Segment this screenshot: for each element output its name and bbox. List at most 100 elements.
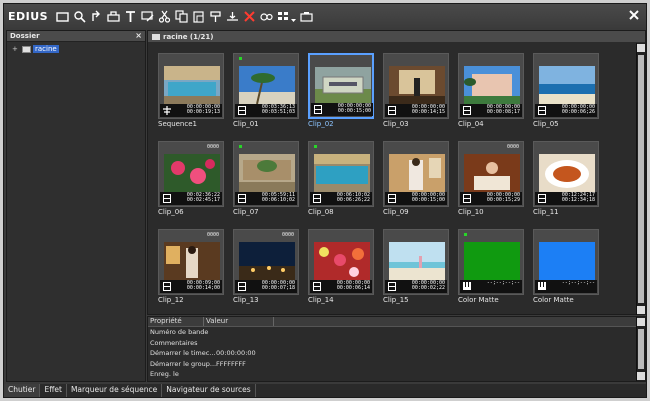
tab-effet[interactable]: Effet xyxy=(40,384,67,397)
close-window-icon[interactable] xyxy=(628,9,640,21)
clip-timecode-bar: 00:12:24;17 00:12:34;18 xyxy=(535,192,597,205)
clip-card: 0000 00:00:09;00 00:00:14;00 xyxy=(158,229,224,295)
clip-item[interactable]: 00:12:24;17 00:12:34;18 Clip_11 xyxy=(533,141,599,216)
property-row[interactable]: Enreg. le xyxy=(148,369,645,380)
clip-item[interactable]: 0000 00:00:00;00 00:00:07;18 Clip_13 xyxy=(233,229,299,304)
open-folder-icon[interactable] xyxy=(107,10,120,23)
clip-card: 00:03:36;13 00:03:51;03 xyxy=(233,53,299,119)
folder-panel-close-icon[interactable]: × xyxy=(135,31,142,40)
scroll-down-icon[interactable] xyxy=(637,372,645,380)
clip-item[interactable]: 0000 00:00:00;00 00:00:15;29 Clip_10 xyxy=(458,141,524,216)
property-row[interactable]: Numéro de bande xyxy=(148,327,645,338)
clip-thumbnail xyxy=(539,154,595,192)
clip-item[interactable]: 00:00:00;00 00:00:06;14 Clip_14 xyxy=(308,229,374,304)
clip-timecode-bar: 00:05:59;11 00:06:10;02 xyxy=(235,192,297,205)
property-row[interactable]: Commentaires xyxy=(148,338,645,349)
clip-timecode-bar: 00:00:00;00 00:00:15;00 xyxy=(311,103,373,116)
edit-icon[interactable] xyxy=(141,10,154,23)
search-icon[interactable] xyxy=(73,10,86,23)
view-icon[interactable] xyxy=(277,10,290,23)
cut-icon[interactable] xyxy=(158,10,171,23)
expand-icon[interactable]: + xyxy=(12,45,19,53)
clip-timecode-out: 00:00:19;13 xyxy=(186,109,220,115)
clip-timecode-bar: --;--;--;-- xyxy=(535,280,597,293)
clip-timecode-bar: 00:00:00;00 00:00:06;26 xyxy=(535,104,597,117)
clip-item[interactable]: 00:00:00;00 00:00:06;26 Clip_05 xyxy=(533,53,599,128)
clip-name: Clip_12 xyxy=(158,296,184,304)
capture-icon[interactable] xyxy=(300,10,313,23)
paste-icon[interactable] xyxy=(192,10,205,23)
property-row[interactable]: Démarrer le group... FFFFFFFF xyxy=(148,359,645,370)
status-dot xyxy=(239,145,242,148)
add-out-icon[interactable] xyxy=(226,10,239,23)
status-dot xyxy=(464,233,467,236)
add-in-icon[interactable] xyxy=(209,10,222,23)
clip-item[interactable]: 00:00:00;00 00:00:14;15 Clip_03 xyxy=(383,53,449,128)
tab-marqueur-de-séquence[interactable]: Marqueur de séquence xyxy=(67,384,163,397)
clip-card: 00:00:00;00 00:00:02;22 xyxy=(383,229,449,295)
dropdown-icon[interactable] xyxy=(291,10,297,23)
up-folder-icon[interactable] xyxy=(90,10,103,23)
clip-name: Clip_02 xyxy=(308,120,334,128)
clip-card: 00:00:00;00 00:00:15;00 xyxy=(383,141,449,207)
folder-tree-root[interactable]: + racine xyxy=(12,45,145,53)
property-column-header[interactable]: Propriété xyxy=(148,317,204,326)
scroll-up-icon[interactable] xyxy=(637,44,645,52)
bin-scrollbar[interactable] xyxy=(636,43,645,315)
clip-timecode-out: 00:06:10;02 xyxy=(261,197,295,203)
clip-timecode-in: --;--;--;-- xyxy=(486,280,520,286)
clip-thumbnail xyxy=(239,154,295,192)
scroll-up-icon[interactable] xyxy=(637,318,645,326)
clip-thumbnail xyxy=(239,66,295,104)
clip-item[interactable]: 00:03:36;13 00:03:51;03 Clip_01 xyxy=(233,53,299,128)
clip-name: Clip_13 xyxy=(233,296,259,304)
clip-item[interactable]: 00:00:00;00 00:00:15;00 Clip_02 xyxy=(308,53,374,128)
new-folder-icon[interactable] xyxy=(56,10,69,23)
properties-icon[interactable] xyxy=(260,10,273,23)
status-dot xyxy=(239,57,242,60)
properties-panel: Propriété Valeur Numéro de bande Commenta… xyxy=(147,316,646,382)
clip-name: Sequence1 xyxy=(158,120,197,128)
clip-item[interactable]: 0000 00:00:09;00 00:00:14;00 Clip_12 xyxy=(158,229,224,304)
property-row[interactable]: Démarrer le timec... 00:00:00:00 xyxy=(148,348,645,359)
app-title: EDIUS xyxy=(8,9,49,23)
clip-card: 00:00:00;00 00:00:08;17 xyxy=(458,53,524,119)
clip-card: 0000 00:00:00;00 00:00:07;18 xyxy=(233,229,299,295)
clip-timecode-bar: --;--;--;-- xyxy=(460,280,522,293)
clip-item[interactable]: 00:05:59;11 00:06:10;02 Clip_07 xyxy=(233,141,299,216)
copy-icon[interactable] xyxy=(175,9,188,23)
clip-name: Clip_03 xyxy=(383,120,409,128)
clip-item[interactable]: 0000 00:02:36;22 00:02:45;17 Clip_06 xyxy=(158,141,224,216)
clip-item[interactable]: --;--;--;-- Color Matte xyxy=(458,229,524,304)
property-key: Démarrer le group... xyxy=(150,359,216,368)
edius-bin-window: EDIUS Dossier × + racine racine (1/21) 0… xyxy=(3,3,647,398)
clip-item[interactable]: --;--;--;-- Color Matte xyxy=(533,229,599,304)
clip-card: 00:00:00;00 00:00:06;26 xyxy=(533,53,599,119)
tab-navigateur-de-sources[interactable]: Navigateur de sources xyxy=(162,384,256,397)
clip-thumbnail xyxy=(539,242,595,280)
folder-icon xyxy=(152,33,160,40)
clip-card: --;--;--;-- xyxy=(458,229,524,295)
clip-card: 00:00:00;00 00:00:19;13 xyxy=(158,53,224,119)
delete-icon[interactable] xyxy=(243,10,256,23)
clip-thumbnail xyxy=(164,66,220,104)
property-value: 00:00:00:00 xyxy=(216,349,256,358)
clip-item[interactable]: 00:06:10;02 00:06:26;22 Clip_08 xyxy=(308,141,374,216)
clip-item[interactable]: 00:00:00;00 00:00:15;00 Clip_09 xyxy=(383,141,449,216)
properties-list: Numéro de bande Commentaires Démarrer le t… xyxy=(148,327,645,380)
clip-thumbnail xyxy=(164,154,220,192)
scroll-down-icon[interactable] xyxy=(637,306,645,314)
properties-scrollbar[interactable] xyxy=(636,317,645,381)
clip-name: Clip_05 xyxy=(533,120,559,128)
clip-item[interactable]: 00:00:00;00 00:00:19;13 Sequence1 xyxy=(158,53,224,128)
folder-panel-header: Dossier × xyxy=(7,31,145,42)
status-dot xyxy=(314,145,317,148)
clip-timecode-bar: 00:00:00;00 00:00:08;17 xyxy=(460,104,522,117)
tab-chutier[interactable]: Chutier xyxy=(4,384,41,397)
scroll-thumb[interactable] xyxy=(638,329,644,369)
clip-item[interactable]: 00:00:00;00 00:00:02;22 Clip_15 xyxy=(383,229,449,304)
clip-item[interactable]: 00:00:00;00 00:00:08;17 Clip_04 xyxy=(458,53,524,128)
value-column-header[interactable]: Valeur xyxy=(204,317,274,326)
title-icon[interactable] xyxy=(124,10,137,23)
scroll-thumb[interactable] xyxy=(638,55,644,303)
